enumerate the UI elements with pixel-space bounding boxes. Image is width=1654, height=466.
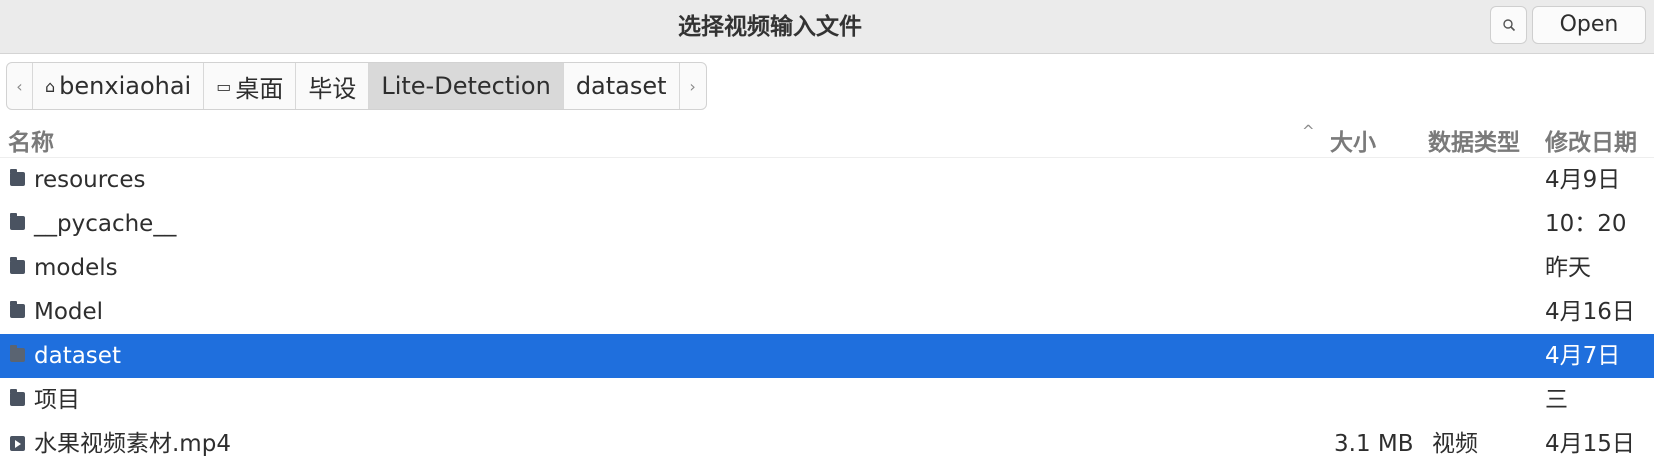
- file-modified: 三: [1545, 387, 1568, 413]
- home-icon: ⌂: [45, 76, 56, 96]
- video-file-icon: [10, 436, 25, 451]
- search-button[interactable]: [1490, 6, 1527, 44]
- file-row[interactable]: 水果视频素材.mp4 3.1 MB 视频 4月15日: [0, 422, 1654, 466]
- path-segment-home[interactable]: ⌂ benxiaohai: [33, 63, 205, 109]
- path-segment-bishe[interactable]: 毕设: [296, 63, 370, 109]
- file-row[interactable]: 项目 三: [0, 378, 1654, 422]
- folder-icon: [10, 257, 25, 274]
- search-icon: [1502, 19, 1515, 32]
- file-row-selected[interactable]: dataset 4月7日: [0, 334, 1654, 378]
- file-modified: 4月16日: [1545, 299, 1635, 325]
- chevron-right-icon: ›: [689, 76, 696, 96]
- file-modified: 昨天: [1545, 255, 1591, 281]
- file-type: 视频: [1432, 431, 1478, 457]
- file-row[interactable]: models 昨天: [0, 246, 1654, 290]
- path-segment-label: dataset: [575, 72, 667, 100]
- chevron-left-icon: ‹: [16, 76, 23, 96]
- path-segment-desktop[interactable]: ▭ 桌面: [204, 63, 297, 109]
- folder-icon: [10, 213, 25, 230]
- path-segment-label: 毕设: [308, 74, 357, 103]
- column-header-row: 名称 ^ 大小 数据类型 修改日期: [0, 114, 1654, 158]
- open-button[interactable]: Open: [1532, 6, 1646, 44]
- path-segment-label: Lite-Detection: [381, 72, 551, 100]
- file-modified: 4月9日: [1545, 167, 1621, 193]
- path-segment-label: benxiaohai: [59, 72, 192, 100]
- file-row[interactable]: resources 4月9日: [0, 158, 1654, 202]
- dialog-title: 选择视频输入文件: [678, 14, 862, 40]
- path-scroll-right-button[interactable]: ›: [680, 63, 706, 109]
- path-segment-label: 桌面: [235, 74, 284, 103]
- folder-icon: [10, 169, 25, 186]
- file-name: 水果视频素材.mp4: [34, 431, 231, 457]
- desktop-icon: ▭: [216, 76, 232, 96]
- file-name: dataset: [34, 343, 121, 369]
- path-segment-lite-detection[interactable]: Lite-Detection: [369, 63, 564, 109]
- file-name: models: [34, 255, 118, 281]
- file-name: __pycache__: [34, 211, 177, 237]
- folder-icon: [10, 301, 25, 318]
- column-header-name[interactable]: 名称: [8, 123, 54, 157]
- path-scroll-left-button[interactable]: ‹: [7, 63, 33, 109]
- folder-icon: [10, 389, 25, 406]
- path-bar: ‹ ⌂ benxiaohai ▭ 桌面 毕设 Lite-Detection da…: [6, 62, 707, 110]
- column-header-modified[interactable]: 修改日期: [1545, 123, 1637, 157]
- column-header-type[interactable]: 数据类型: [1428, 123, 1520, 157]
- file-name: Model: [34, 299, 104, 325]
- file-row[interactable]: __pycache__ 10：20: [0, 202, 1654, 246]
- file-modified: 4月15日: [1545, 431, 1635, 457]
- dialog-header: 选择视频输入文件 Open: [0, 0, 1654, 54]
- column-header-size[interactable]: 大小: [1330, 123, 1376, 157]
- path-segment-dataset[interactable]: dataset: [564, 63, 680, 109]
- file-size: 3.1 MB: [1334, 431, 1414, 457]
- file-modified: 10：20: [1545, 211, 1627, 237]
- sort-ascending-icon: ^: [1302, 122, 1315, 140]
- folder-icon: [10, 345, 25, 362]
- file-name: resources: [34, 167, 146, 193]
- file-row[interactable]: Model 4月16日: [0, 290, 1654, 334]
- file-name: 项目: [34, 387, 80, 413]
- file-modified: 4月7日: [1545, 343, 1621, 369]
